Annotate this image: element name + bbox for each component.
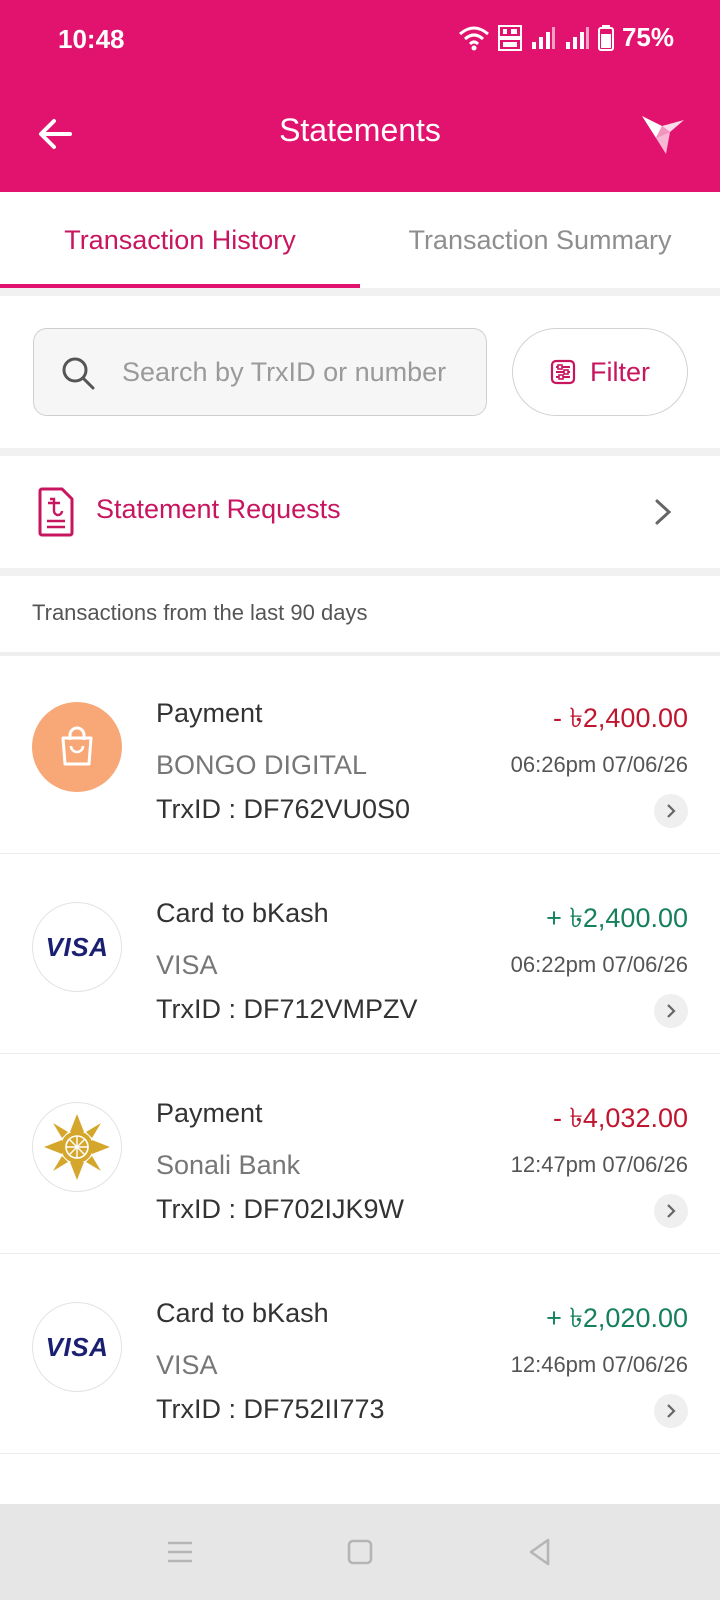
sonali-bank-logo-icon: [44, 1114, 110, 1180]
transaction-detail-button[interactable]: [654, 994, 688, 1028]
transaction-type: Payment: [156, 1098, 263, 1128]
search-box[interactable]: [33, 328, 487, 416]
transaction-detail-button[interactable]: [654, 1194, 688, 1228]
signal-icon: [531, 26, 555, 49]
transaction-type: Payment: [156, 698, 263, 728]
transaction-amount: - ৳4,032.00: [552, 1103, 688, 1133]
tab-bar: Transaction History Transaction Summary: [0, 192, 720, 288]
transaction-party: VISA: [156, 1350, 218, 1380]
merchant-avatar: [32, 702, 122, 792]
transaction-party: Sonali Bank: [156, 1150, 301, 1180]
transaction-detail-button[interactable]: [654, 794, 688, 828]
bkash-bird-icon: [642, 116, 684, 154]
menu-icon[interactable]: [162, 1534, 198, 1570]
filter-label: Filter: [590, 356, 650, 387]
visa-logo: VISA: [32, 902, 122, 992]
taka-document-icon: [38, 487, 74, 537]
transaction-detail-button[interactable]: [654, 1394, 688, 1428]
transaction-id: TrxID : DF762VU0S0: [156, 794, 411, 824]
battery-percent: 75%: [621, 22, 674, 52]
transaction-party: BONGO DIGITAL: [156, 750, 368, 780]
app-bar: Statements: [0, 80, 720, 192]
tab-transaction-summary[interactable]: Transaction Summary: [360, 192, 720, 288]
transaction-datetime: 06:22pm 07/06/26: [510, 952, 688, 977]
search-input[interactable]: [122, 329, 472, 415]
page-title: Statements: [279, 112, 441, 148]
search-row: Filter: [0, 296, 720, 448]
transaction-id: TrxID : DF752II773: [156, 1394, 385, 1424]
transaction-datetime: 12:47pm 07/06/26: [510, 1152, 688, 1177]
status-bar: 10:48 75%: [0, 0, 720, 80]
filter-button[interactable]: Filter: [512, 328, 688, 416]
battery-icon: [597, 24, 614, 51]
transaction-amount: + ৳2,400.00: [546, 903, 688, 933]
transaction-id: TrxID : DF702IJK9W: [156, 1194, 405, 1224]
transaction-party: VISA: [156, 950, 218, 980]
divider: [0, 448, 720, 456]
shopping-bag-icon: [61, 726, 93, 766]
signal-icon: [565, 26, 589, 49]
transaction-datetime: 12:46pm 07/06/26: [510, 1352, 688, 1377]
transaction-row[interactable]: VISA Card to bKash VISA TrxID : DF752II7…: [0, 1256, 720, 1454]
divider: [0, 288, 720, 296]
status-time: 10:48: [58, 24, 125, 54]
transaction-type: Card to bKash: [156, 1298, 329, 1328]
transaction-datetime: 06:26pm 07/06/26: [510, 752, 688, 777]
transaction-type: Card to bKash: [156, 898, 329, 928]
chevron-right-icon: [655, 499, 672, 525]
transaction-amount: + ৳2,020.00: [546, 1303, 688, 1333]
visa-logo: VISA: [32, 1302, 122, 1392]
back-nav-icon[interactable]: [522, 1534, 558, 1570]
transaction-row[interactable]: Payment Sonali Bank TrxID : DF702IJK9W -…: [0, 1056, 720, 1254]
range-note: Transactions from the last 90 days: [32, 600, 368, 625]
statement-requests-row[interactable]: Statement Requests: [0, 456, 720, 568]
sliders-icon: [550, 359, 576, 385]
status-icons: 75%: [458, 22, 674, 53]
transaction-id: TrxID : DF712VMPZV: [156, 994, 418, 1024]
chevron-right-icon: [667, 1404, 676, 1418]
transaction-row[interactable]: Payment BONGO DIGITAL TrxID : DF762VU0S0…: [0, 656, 720, 854]
system-nav-bar: [0, 1504, 720, 1600]
wifi-icon: [458, 26, 489, 50]
volte-icon: [497, 24, 522, 51]
transaction-amount: - ৳2,400.00: [552, 703, 688, 733]
sonali-bank-logo: [32, 1102, 122, 1192]
transaction-row[interactable]: VISA Card to bKash VISA TrxID : DF712VMP…: [0, 856, 720, 1054]
chevron-right-icon: [667, 804, 676, 818]
statement-requests-label: Statement Requests: [96, 494, 341, 524]
visa-logo-text: VISA: [45, 931, 109, 962]
chevron-right-icon: [667, 1004, 676, 1018]
search-icon: [62, 357, 95, 390]
chevron-right-icon: [667, 1204, 676, 1218]
home-icon[interactable]: [342, 1534, 378, 1570]
visa-logo-text: VISA: [45, 1331, 109, 1362]
divider: [0, 568, 720, 576]
tab-transaction-history[interactable]: Transaction History: [0, 192, 360, 288]
